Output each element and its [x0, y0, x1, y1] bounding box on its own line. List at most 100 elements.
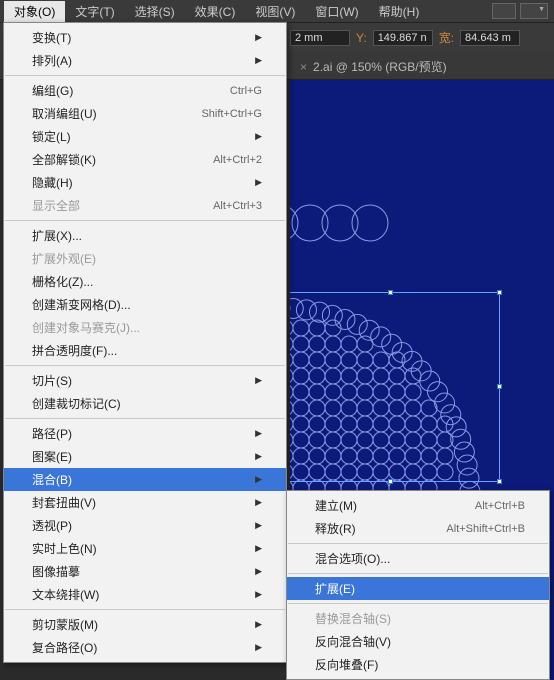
menu-item[interactable]: 透视(P) ▶: [4, 514, 286, 537]
menu-item[interactable]: 排列(A) ▶: [4, 49, 286, 72]
menu-item-label: 释放(R): [315, 520, 446, 537]
menu-item[interactable]: 剪切蒙版(M) ▶: [4, 613, 286, 636]
menu-item: 替换混合轴(S): [287, 607, 549, 630]
menu-item[interactable]: 反向堆叠(F): [287, 653, 549, 676]
handle-br[interactable]: [497, 479, 502, 484]
document-tab[interactable]: × 2.ai @ 150% (RGB/预览): [290, 54, 457, 79]
menu-object[interactable]: 对象(O): [4, 1, 65, 22]
submenu-arrow-icon: ▶: [255, 520, 262, 531]
menu-item[interactable]: 封套扭曲(V) ▶: [4, 491, 286, 514]
menu-item[interactable]: 扩展(E): [287, 577, 549, 600]
close-tab-icon[interactable]: ×: [300, 60, 307, 74]
menu-item-label: 封套扭曲(V): [32, 494, 247, 511]
menu-item[interactable]: 创建渐变网格(D)...: [4, 293, 286, 316]
menu-item[interactable]: 全部解锁(K)Alt+Ctrl+2: [4, 148, 286, 171]
menu-item[interactable]: 图像描摹 ▶: [4, 560, 286, 583]
cb-y-input[interactable]: 149.867 n: [373, 30, 433, 46]
menu-item[interactable]: 释放(R)Alt+Shift+Ctrl+B: [287, 517, 549, 540]
submenu-arrow-icon: ▶: [255, 619, 262, 630]
selection-bounds: [290, 292, 500, 482]
menu-item[interactable]: 扩展(X)...: [4, 224, 286, 247]
menu-item-label: 路径(P): [32, 425, 247, 442]
menu-separator: [288, 573, 548, 574]
menu-item[interactable]: 锁定(L) ▶: [4, 125, 286, 148]
handle-tr[interactable]: [497, 290, 502, 295]
submenu-arrow-icon: ▶: [255, 55, 262, 66]
submenu-arrow-icon: ▶: [255, 566, 262, 577]
menu-item: 显示全部Alt+Ctrl+3: [4, 194, 286, 217]
submenu-arrow-icon: ▶: [255, 451, 262, 462]
menu-item[interactable]: 编组(G)Ctrl+G: [4, 79, 286, 102]
submenu-arrow-icon: ▶: [255, 131, 262, 142]
menu-shortcut: Alt+Ctrl+3: [213, 200, 262, 212]
handle-mr[interactable]: [497, 384, 502, 389]
menu-separator: [5, 609, 285, 610]
menu-separator: [5, 220, 285, 221]
menu-item[interactable]: 混合(B)▶: [4, 468, 286, 491]
menu-item-label: 混合(B): [32, 471, 247, 488]
submenu-arrow-icon: ▶: [255, 543, 262, 554]
menu-item-label: 透视(P): [32, 517, 247, 534]
menu-separator: [5, 418, 285, 419]
cb-w-input[interactable]: 84.643 m: [460, 30, 520, 46]
menu-item-label: 图像描摹: [32, 563, 247, 580]
menu-item-label: 切片(S): [32, 372, 247, 389]
menu-item-label: 反向堆叠(F): [315, 656, 525, 673]
handle-bm[interactable]: [388, 479, 393, 484]
menu-item-label: 创建对象马赛克(J)...: [32, 319, 262, 336]
menu-item[interactable]: 路径(P) ▶: [4, 422, 286, 445]
menu-item[interactable]: 隐藏(H)▶: [4, 171, 286, 194]
menu-item-label: 拼合透明度(F)...: [32, 342, 262, 359]
cb-value-suffix[interactable]: 2 mm: [290, 30, 350, 46]
menu-item[interactable]: 复合路径(O) ▶: [4, 636, 286, 659]
toolbar-icon-1[interactable]: [492, 3, 516, 19]
menu-item[interactable]: 建立(M)Alt+Ctrl+B: [287, 494, 549, 517]
menu-view[interactable]: 视图(V): [245, 1, 305, 22]
menu-item-label: 混合选项(O)...: [315, 550, 525, 567]
menu-item-label: 排列(A): [32, 52, 247, 69]
handle-tm[interactable]: [388, 290, 393, 295]
menu-shortcut: Shift+Ctrl+G: [201, 108, 262, 120]
cb-y-label: Y:: [354, 31, 369, 45]
menu-item-label: 扩展(X)...: [32, 227, 262, 244]
menu-item[interactable]: 反向混合轴(V): [287, 630, 549, 653]
menu-item-label: 反向混合轴(V): [315, 633, 525, 650]
menu-item-label: 替换混合轴(S): [315, 610, 525, 627]
menu-separator: [288, 603, 548, 604]
menu-item[interactable]: 实时上色(N)▶: [4, 537, 286, 560]
tab-title: 2.ai @ 150% (RGB/预览): [313, 58, 447, 75]
menu-item-label: 锁定(L): [32, 128, 247, 145]
menu-item[interactable]: 创建裁切标记(C): [4, 392, 286, 415]
menu-help[interactable]: 帮助(H): [369, 1, 430, 22]
submenu-arrow-icon: ▶: [255, 497, 262, 508]
menu-window[interactable]: 窗口(W): [305, 1, 368, 22]
menu-item-label: 剪切蒙版(M): [32, 616, 247, 633]
menu-item-label: 图案(E): [32, 448, 247, 465]
submenu-arrow-icon: ▶: [255, 428, 262, 439]
menu-item[interactable]: 切片(S)▶: [4, 369, 286, 392]
submenu-arrow-icon: ▶: [255, 642, 262, 653]
menu-item[interactable]: 栅格化(Z)...: [4, 270, 286, 293]
menu-item[interactable]: 文本绕排(W)▶: [4, 583, 286, 606]
menu-item-label: 建立(M): [315, 497, 475, 514]
submenu-arrow-icon: ▶: [255, 177, 262, 188]
menu-item[interactable]: 图案(E) ▶: [4, 445, 286, 468]
toolbar-icon-2[interactable]: [520, 3, 548, 19]
menu-separator: [5, 365, 285, 366]
menu-select[interactable]: 选择(S): [125, 1, 185, 22]
menu-item: 创建对象马赛克(J)...: [4, 316, 286, 339]
menubar: 对象(O) 文字(T) 选择(S) 效果(C) 视图(V) 窗口(W) 帮助(H…: [0, 0, 554, 22]
menu-item-label: 栅格化(Z)...: [32, 273, 262, 290]
object-dropdown: 变换(T)▶排列(A)▶编组(G)Ctrl+G取消编组(U)Shift+Ctrl…: [3, 22, 287, 663]
menu-item[interactable]: 混合选项(O)...: [287, 547, 549, 570]
menu-type[interactable]: 文字(T): [65, 1, 124, 22]
menu-item-label: 取消编组(U): [32, 105, 201, 122]
menu-effect[interactable]: 效果(C): [185, 1, 246, 22]
submenu-arrow-icon: ▶: [255, 32, 262, 43]
menu-shortcut: Alt+Ctrl+B: [475, 500, 525, 512]
menu-item[interactable]: 拼合透明度(F)...: [4, 339, 286, 362]
menu-item[interactable]: 取消编组(U)Shift+Ctrl+G: [4, 102, 286, 125]
menu-item[interactable]: 变换(T)▶: [4, 26, 286, 49]
menu-item-label: 创建裁切标记(C): [32, 395, 262, 412]
menu-item-label: 复合路径(O): [32, 639, 247, 656]
